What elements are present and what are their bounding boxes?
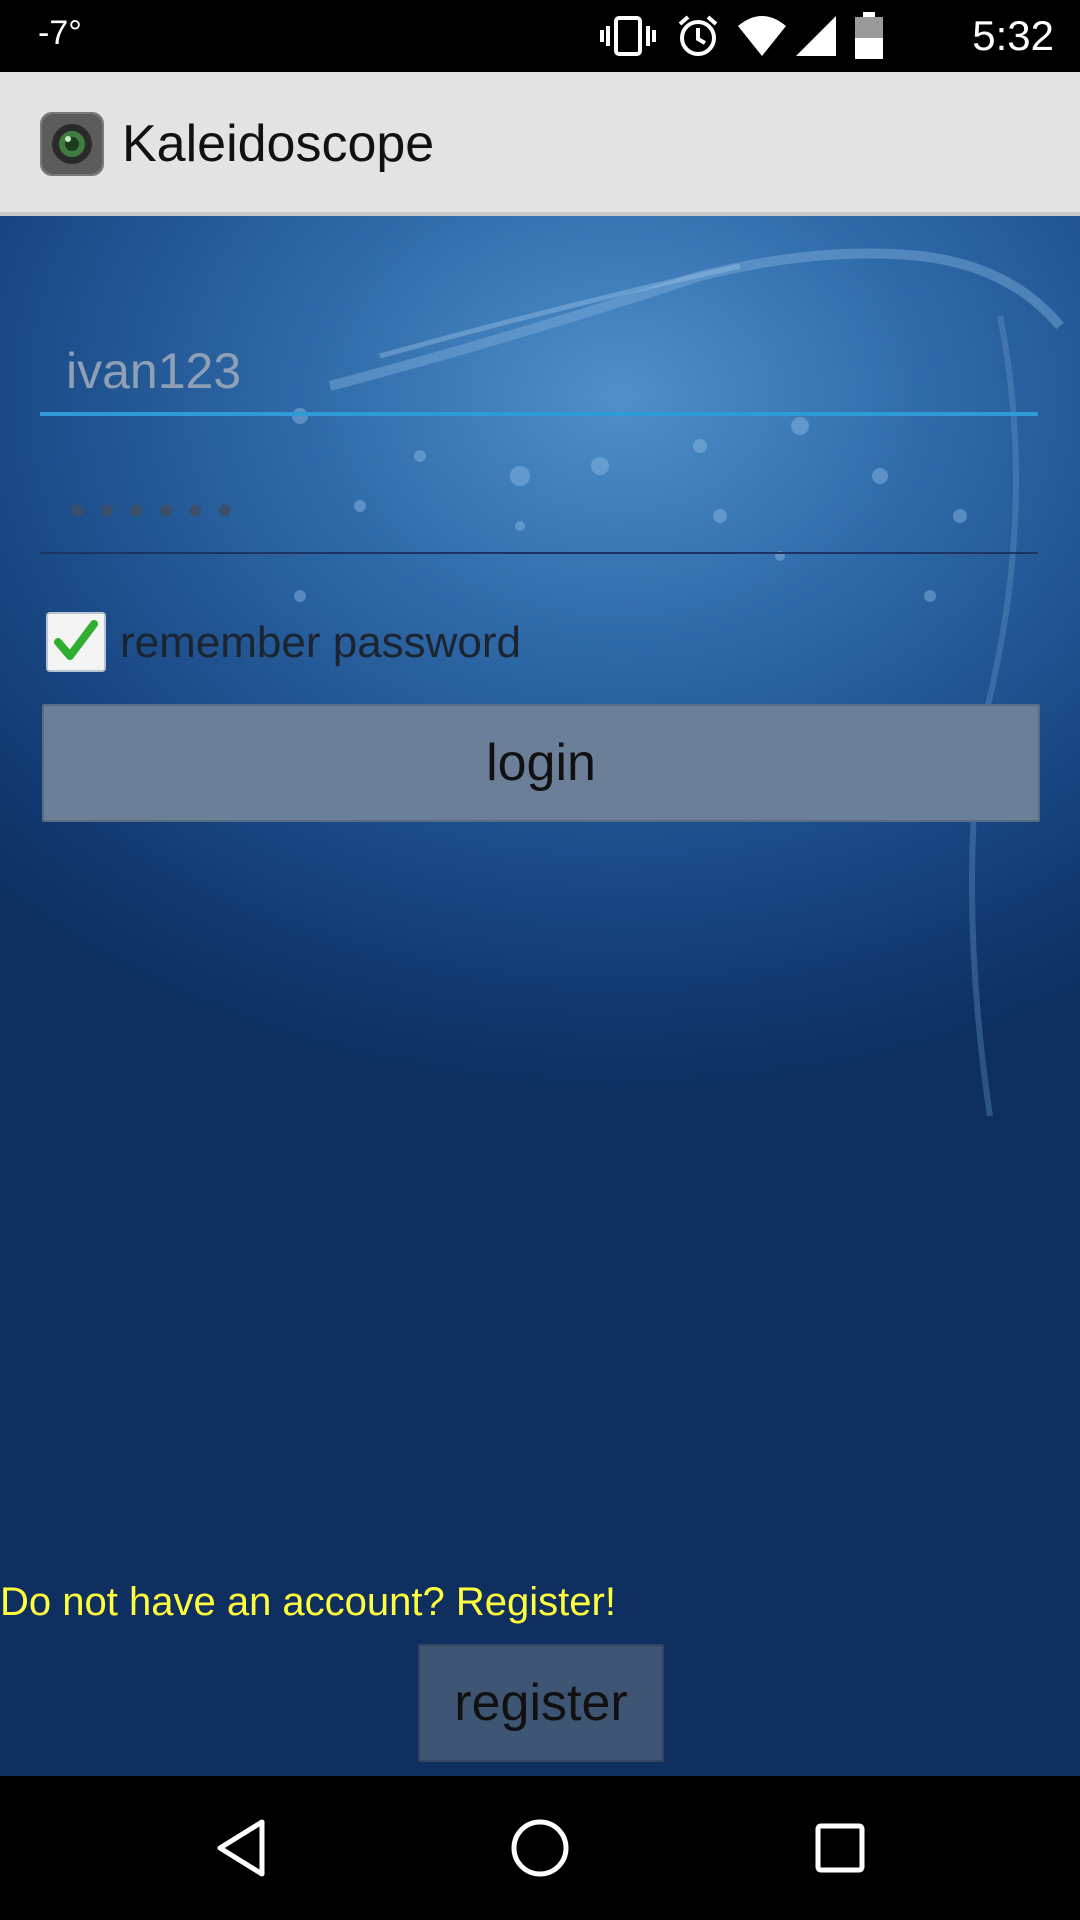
home-icon[interactable] (508, 1816, 572, 1880)
camera-lens-icon (40, 112, 104, 176)
register-button[interactable]: register (418, 1644, 664, 1762)
register-hint: Do not have an account? Register! (0, 1580, 616, 1624)
username-field[interactable]: ivan123 (40, 316, 1038, 416)
remember-checkbox[interactable] (46, 612, 106, 672)
login-screen: ivan123 •••••• remember password login D… (0, 216, 1080, 1776)
remember-password-label: remember password (120, 618, 522, 667)
back-icon[interactable] (210, 1816, 274, 1880)
checkmark-icon (54, 620, 98, 660)
battery-icon (855, 12, 883, 59)
app-title: Kaleidoscope (122, 115, 435, 173)
recents-icon[interactable] (808, 1816, 872, 1880)
app-bar: Kaleidoscope (0, 72, 1080, 216)
signal-icon (796, 16, 836, 56)
login-button[interactable]: login (42, 704, 1040, 822)
password-mask: •••••• (70, 486, 247, 535)
wifi-icon (738, 16, 786, 56)
vibrate-icon (600, 16, 656, 56)
status-time: 5:32 (972, 12, 1054, 59)
password-field[interactable]: •••••• (40, 456, 1038, 554)
alarm-icon (678, 15, 718, 56)
water-splash-background (292, 248, 1064, 1117)
status-temperature: -7° (38, 14, 82, 52)
navigation-bar (0, 1776, 1080, 1920)
username-value: ivan123 (66, 343, 242, 399)
status-bar: -7° 5:32 (0, 0, 1080, 72)
